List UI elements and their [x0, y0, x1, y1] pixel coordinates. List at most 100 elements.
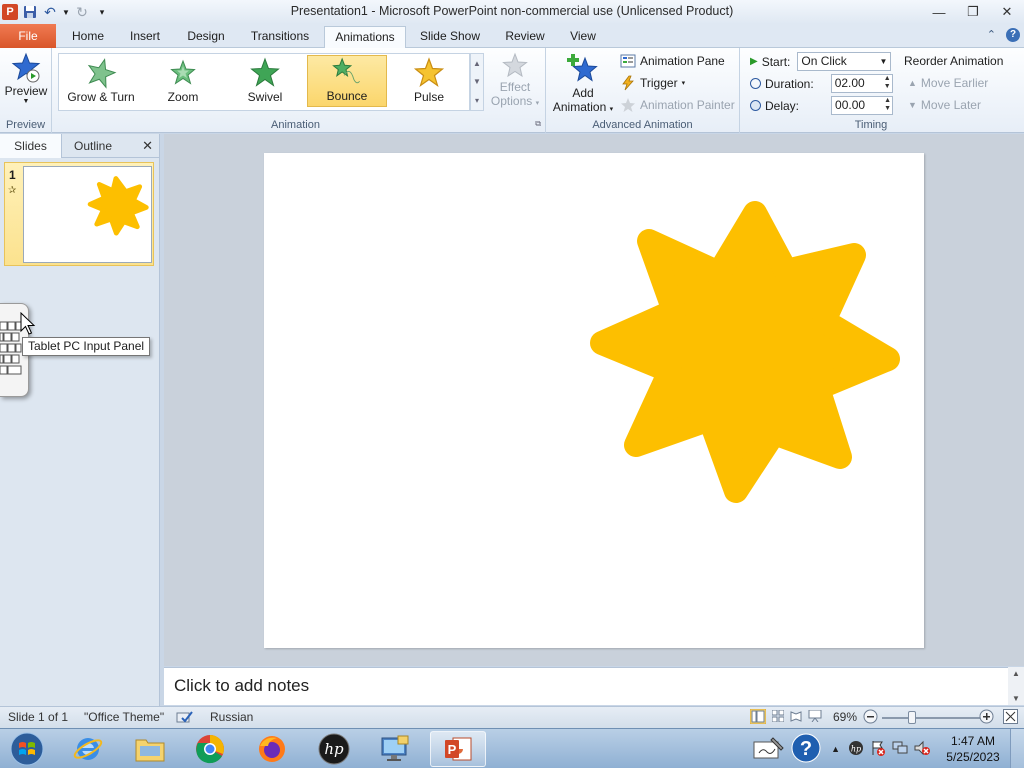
window-title: Presentation1 - Microsoft PowerPoint non…: [290, 4, 734, 18]
network-icon[interactable]: [892, 740, 908, 759]
tablet-pen-icon[interactable]: [753, 736, 785, 763]
duration-spinner-icon[interactable]: ▲ ▼: [884, 75, 891, 91]
tab-review[interactable]: Review: [498, 26, 552, 48]
add-animation-button[interactable]: Add Animation ▾: [550, 52, 616, 114]
undo-dropdown-icon[interactable]: ▼: [62, 4, 70, 20]
hp-taskbar[interactable]: hp: [306, 731, 362, 767]
close-button[interactable]: ✕: [990, 0, 1024, 24]
move-later-label: Move Later: [920, 98, 981, 112]
tab-design[interactable]: Design: [180, 26, 232, 48]
minimize-ribbon-icon[interactable]: ⌃: [987, 28, 996, 42]
animation-painter-button[interactable]: Animation Painter: [620, 97, 735, 113]
effect-options-star-icon: [502, 52, 528, 78]
tab-animations[interactable]: Animations: [324, 26, 406, 49]
start-row: ▶ Start: On Click ▼: [750, 52, 892, 71]
language[interactable]: Russian: [210, 710, 253, 724]
notes-area[interactable]: Click to add notes: [164, 667, 1008, 705]
spellcheck-icon[interactable]: [176, 710, 194, 727]
close-pane-icon[interactable]: ✕: [142, 138, 153, 154]
remote-desktop-taskbar[interactable]: [368, 731, 424, 767]
reading-view-icon[interactable]: [790, 710, 802, 725]
slide-number: 1: [9, 168, 16, 182]
show-hidden-icons-icon[interactable]: ▲: [831, 744, 840, 754]
redo-icon[interactable]: ↻: [74, 4, 90, 20]
gallery-scroll: ▲ ▼ ▾: [470, 53, 484, 111]
swivel-star-icon: [250, 57, 280, 87]
delay-spinner-icon[interactable]: ▲ ▼: [884, 97, 891, 113]
slide-thumbnail[interactable]: 1 ✰: [4, 162, 154, 266]
tab-transitions[interactable]: Transitions: [244, 26, 316, 48]
notes-scroll-down-icon[interactable]: ▼: [1012, 694, 1020, 703]
gallery-down-icon[interactable]: ▼: [473, 77, 481, 86]
gallery-bounce[interactable]: Bounce: [307, 55, 387, 107]
normal-view-icon[interactable]: [749, 708, 767, 727]
move-later-button[interactable]: ▼ Move Later: [908, 98, 981, 112]
start-button[interactable]: [2, 731, 52, 767]
animation-group-label: Animation: [271, 119, 320, 131]
tab-outline[interactable]: Outline: [62, 134, 124, 158]
show-desktop-button[interactable]: [1010, 729, 1024, 768]
gallery-swivel[interactable]: Swivel: [225, 55, 305, 107]
title-bar: P ↶ ▼ ↻ ▾ Presentation1 - Microsoft Powe…: [0, 0, 1024, 24]
svg-text:P: P: [448, 742, 457, 757]
slide-canvas[interactable]: [264, 153, 924, 648]
duration-input[interactable]: 02.00 ▲ ▼: [830, 74, 893, 93]
slide-sorter-icon[interactable]: [771, 709, 785, 725]
star-shape[interactable]: [264, 153, 924, 648]
action-center-icon[interactable]: [870, 740, 886, 759]
internet-explorer-taskbar[interactable]: [60, 731, 116, 767]
volume-muted-icon[interactable]: [914, 740, 930, 759]
start-select[interactable]: On Click ▼: [797, 52, 892, 71]
gallery-pulse[interactable]: Pulse: [389, 55, 469, 107]
clock[interactable]: 1:47 AM 5/25/2023: [936, 733, 1010, 765]
fit-to-window-icon[interactable]: [1003, 709, 1018, 727]
tab-view[interactable]: View: [562, 26, 604, 48]
gallery-more-icon[interactable]: ▾: [475, 96, 479, 105]
tab-slides[interactable]: Slides: [0, 134, 62, 158]
customize-qat-icon[interactable]: ▾: [94, 4, 110, 20]
clock-icon: [750, 78, 761, 89]
status-bar: Slide 1 of 1 "Office Theme" Russian 69%: [0, 706, 1024, 728]
notes-scrollbar[interactable]: ▲ ▼: [1008, 667, 1024, 705]
tab-home[interactable]: Home: [66, 26, 110, 48]
powerpoint-taskbar[interactable]: P: [430, 731, 486, 767]
gallery-grow-turn[interactable]: Grow & Turn: [61, 55, 141, 107]
hp-tray-icon[interactable]: hp: [848, 740, 864, 759]
gallery-zoom[interactable]: Zoom: [143, 55, 223, 107]
firefox-taskbar[interactable]: [244, 731, 300, 767]
move-earlier-button[interactable]: ▲ Move Earlier: [908, 76, 988, 90]
zoom-slider[interactable]: [882, 717, 980, 719]
gallery-up-icon[interactable]: ▲: [473, 59, 481, 68]
tab-insert[interactable]: Insert: [122, 26, 168, 48]
theme-name[interactable]: "Office Theme": [84, 710, 164, 724]
help-icon[interactable]: ?: [1006, 28, 1020, 42]
tab-file[interactable]: File: [0, 24, 56, 48]
animation-pane-button[interactable]: Animation Pane: [620, 53, 725, 69]
save-icon[interactable]: [22, 4, 38, 20]
restore-button[interactable]: ❐: [956, 0, 990, 24]
slideshow-view-icon[interactable]: [808, 709, 822, 725]
star-path[interactable]: [590, 201, 900, 503]
zoom-slider-thumb[interactable]: [908, 711, 916, 724]
zoom-out-icon[interactable]: [863, 709, 878, 727]
effect-options-button[interactable]: Effect Options ▾: [490, 52, 540, 108]
powerpoint-logo-icon[interactable]: P: [2, 4, 18, 20]
help-tray-icon[interactable]: ?: [791, 733, 821, 766]
preview-button[interactable]: Preview ▼: [4, 52, 48, 105]
duration-row: Duration: 02.00 ▲ ▼: [750, 74, 893, 93]
add-animation-star-icon: [567, 54, 598, 82]
trigger-button[interactable]: Trigger ▾: [620, 75, 685, 91]
zoom-level[interactable]: 69%: [833, 710, 857, 724]
notes-scroll-up-icon[interactable]: ▲: [1012, 669, 1020, 678]
chrome-taskbar[interactable]: [182, 731, 238, 767]
bounce-star-icon: [332, 57, 361, 84]
explorer-taskbar[interactable]: [122, 731, 178, 767]
tab-slide-show[interactable]: Slide Show: [414, 26, 486, 48]
minimize-button[interactable]: —: [922, 0, 956, 24]
zoom-in-icon[interactable]: [979, 709, 994, 727]
delay-input[interactable]: 00.00 ▲ ▼: [831, 96, 894, 115]
thumbnail-star-shape: [87, 176, 149, 236]
animation-dialog-launcher-icon[interactable]: ⧉: [535, 119, 541, 129]
start-label: Start:: [761, 54, 791, 69]
undo-icon[interactable]: ↶: [42, 4, 58, 20]
